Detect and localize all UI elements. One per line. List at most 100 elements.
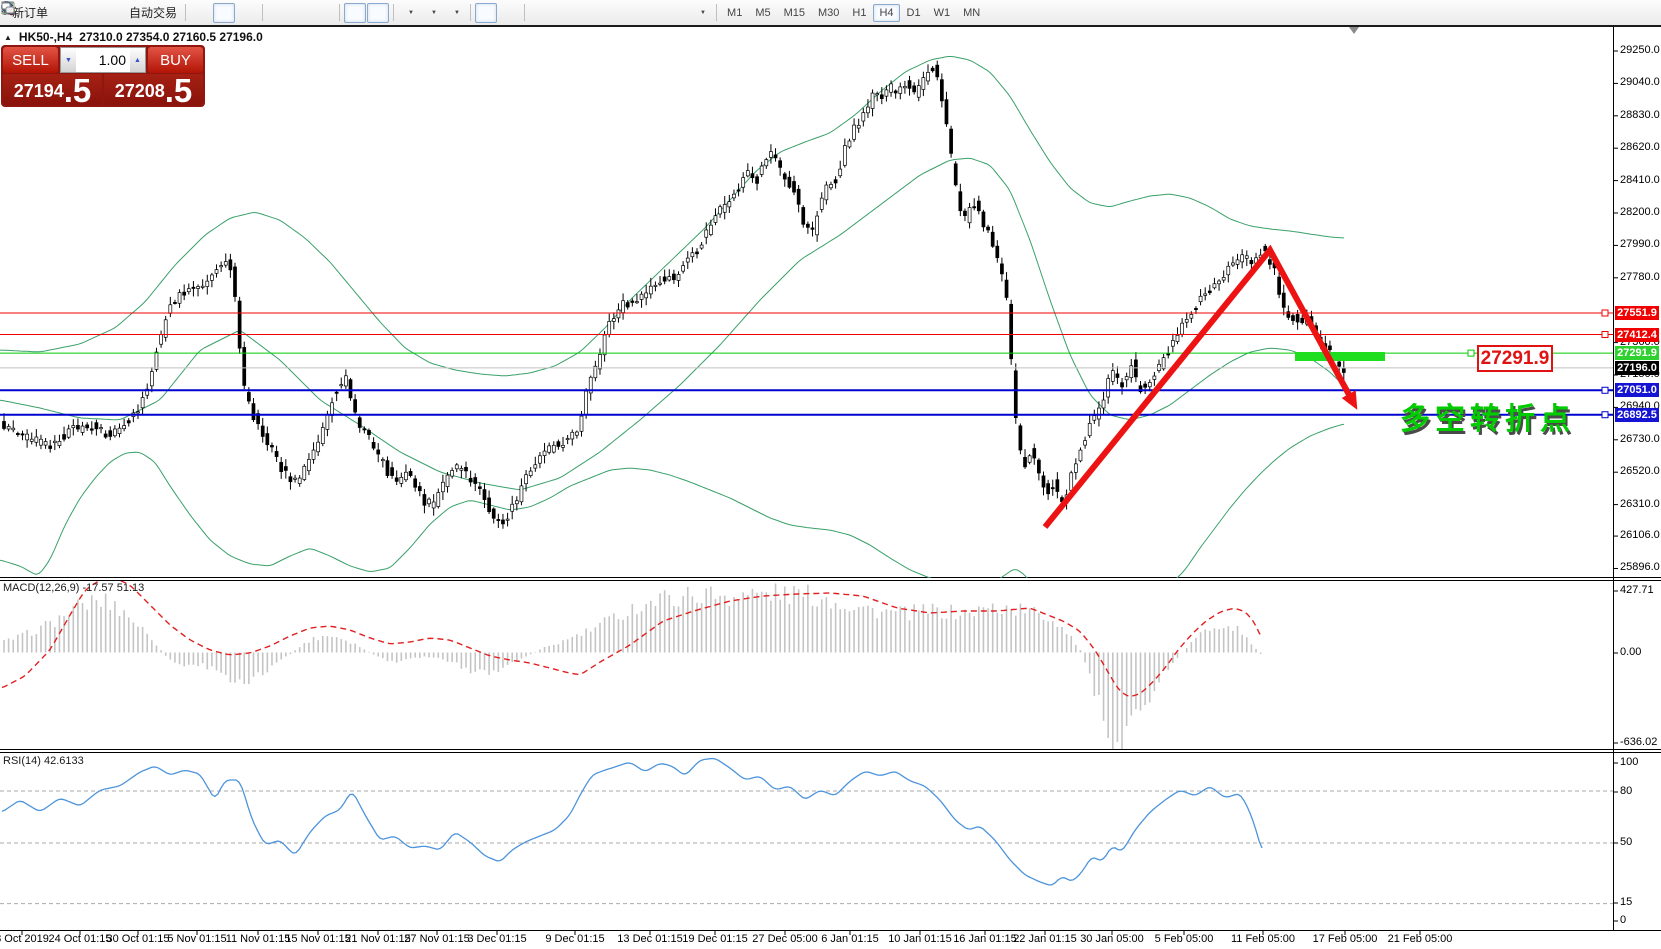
buy-price[interactable]: 27208.5	[104, 74, 203, 105]
toolbar-separator	[524, 4, 525, 21]
price-axis-label: 26310.0	[1620, 498, 1660, 510]
equidistant-channel-icon[interactable]: E	[598, 3, 620, 23]
toolbar-item-label: 自动交易	[129, 4, 177, 21]
chart-title: ▲ HK50-,H4 27310.0 27354.0 27160.5 27196…	[4, 30, 263, 44]
price-axis-label: 29040.0	[1620, 76, 1660, 88]
text-label-icon[interactable]: T	[667, 3, 689, 23]
toolbar-separator	[185, 4, 186, 21]
indicators-icon[interactable]: ▼	[444, 3, 466, 23]
time-axis-label: 17 Feb 05:00	[1313, 933, 1378, 945]
time-axis-label: 16 Jan 01:15	[953, 933, 1017, 945]
rsi-axis-label: 15	[1620, 896, 1632, 908]
line-chart-mode-icon[interactable]	[236, 3, 258, 23]
timeframe-h1[interactable]: H1	[846, 4, 872, 22]
rsi-axis-label: 80	[1620, 785, 1632, 797]
time-axis-label: 10 Jan 01:15	[888, 933, 952, 945]
timeframe-m1[interactable]: M1	[721, 4, 748, 22]
mql-community-icon[interactable]	[76, 3, 98, 23]
arrows-icon[interactable]: ▼	[690, 3, 712, 23]
dropdown-arrow-icon[interactable]: ▼	[700, 10, 706, 16]
price-level-tag: 27051.0	[1615, 383, 1659, 397]
main-toolbar: 新订单 自动交易 ▼ ▼ ▼ EFAT ▼ M1M5M15M30H1H4D1W1MN	[0, 0, 1661, 25]
toolbar-separator	[262, 4, 263, 21]
price-axis-label: 28830.0	[1620, 109, 1660, 121]
price-axis-label: 26520.0	[1620, 465, 1660, 477]
templates-icon[interactable]: ▼	[398, 3, 420, 23]
rsi-axis-label: 100	[1620, 756, 1638, 768]
bar-chart-mode-icon[interactable]	[190, 3, 212, 23]
timeframe-mn[interactable]: MN	[957, 4, 986, 22]
trendline-icon[interactable]	[575, 3, 597, 23]
time-axis-label: 8 Oct 2019	[0, 933, 49, 945]
dropdown-arrow-icon[interactable]: ▼	[454, 10, 460, 16]
volume-stepper: ▼ 1.00 ▲	[60, 47, 146, 73]
time-axis-label: 30 Jan 05:00	[1080, 933, 1144, 945]
cursor-icon[interactable]	[475, 3, 497, 23]
collapse-panel-icon[interactable]: ▲	[4, 33, 12, 42]
toolbar-separator	[393, 4, 394, 21]
time-axis-label: 21 Nov 01:15	[345, 933, 410, 945]
buy-button[interactable]: BUY	[148, 47, 203, 73]
auto-trading-button[interactable]: 自动交易	[122, 3, 181, 23]
tile-windows-icon[interactable]	[313, 3, 335, 23]
zoom-in-icon[interactable]	[267, 3, 289, 23]
rsi-axis-label: 50	[1620, 836, 1632, 848]
timeframe-d1[interactable]: D1	[901, 4, 927, 22]
time-axis-label: 11 Feb 05:00	[1231, 933, 1295, 945]
auto-scroll-icon[interactable]	[344, 3, 366, 23]
chart-title-symbol: HK50-,H4	[19, 30, 72, 44]
timeframe-w1[interactable]: W1	[928, 4, 957, 22]
horizontal-line-icon[interactable]	[552, 3, 574, 23]
macd-axis-label: 0.00	[1620, 646, 1641, 658]
price-level-tag: 27551.9	[1615, 306, 1659, 320]
search-icon[interactable]	[1611, 3, 1633, 23]
price-callout-box: 27291.9	[1477, 345, 1553, 372]
chart-overlays: ▲ HK50-,H4 27310.0 27354.0 27160.5 27196…	[0, 0, 1661, 949]
toolbar-item-label: 新订单	[12, 4, 48, 21]
sell-button[interactable]: SELL	[3, 47, 58, 73]
macd-indicator-label: MACD(12,26,9) -17.57 51.13	[3, 582, 144, 594]
candlestick-mode-icon[interactable]	[213, 3, 235, 23]
price-axis-label: 28200.0	[1620, 206, 1660, 218]
chat-icon[interactable]	[1634, 3, 1656, 23]
price-axis-label: 25896.0	[1620, 561, 1660, 573]
time-axis-label: 21 Feb 05:00	[1388, 933, 1453, 945]
price-level-tag: 27291.9	[1615, 346, 1659, 360]
chart-shift-icon[interactable]	[367, 3, 389, 23]
volume-increase-button[interactable]: ▲	[130, 48, 145, 72]
price-axis-label: 26730.0	[1620, 433, 1660, 445]
macd-axis-label: 427.71	[1620, 584, 1654, 596]
toolbar-separator	[339, 4, 340, 21]
price-axis-label: 27780.0	[1620, 271, 1660, 283]
volume-decrease-button[interactable]: ▼	[61, 48, 76, 72]
toolbar-separator	[716, 4, 717, 21]
volume-value[interactable]: 1.00	[76, 48, 130, 72]
timeframe-m15[interactable]: M15	[778, 4, 811, 22]
rsi-indicator-label: RSI(14) 42.6133	[3, 755, 84, 767]
period-icon[interactable]: ▼	[421, 3, 443, 23]
timeframe-m5[interactable]: M5	[749, 4, 776, 22]
timeframe-h4[interactable]: H4	[873, 4, 899, 22]
price-axis-label: 28410.0	[1620, 174, 1660, 186]
signal-icon[interactable]	[99, 3, 121, 23]
vertical-line-icon[interactable]	[529, 3, 551, 23]
gold-icon[interactable]	[53, 3, 75, 23]
zoom-out-icon[interactable]	[290, 3, 312, 23]
crosshair-icon[interactable]	[498, 3, 520, 23]
turning-point-annotation: 多空转折点	[1400, 394, 1575, 438]
macd-axis-label: -636.02	[1620, 736, 1657, 748]
time-axis-label: 9 Dec 01:15	[545, 933, 604, 945]
timeframe-m30[interactable]: M30	[812, 4, 845, 22]
one-click-trading-panel: SELL ▼ 1.00 ▲ BUY 27194.5 27208.5	[1, 45, 205, 107]
dropdown-arrow-icon[interactable]: ▼	[431, 10, 437, 16]
rsi-axis-label: 0	[1620, 914, 1626, 926]
price-level-tag: 26892.5	[1615, 408, 1659, 422]
time-axis-label: 5 Feb 05:00	[1155, 933, 1214, 945]
fibonacci-icon[interactable]: F	[621, 3, 643, 23]
price-axis-label: 27990.0	[1620, 238, 1660, 250]
time-axis-label: 19 Dec 01:15	[682, 933, 747, 945]
text-icon[interactable]: A	[644, 3, 666, 23]
price-axis-label: 29250.0	[1620, 44, 1660, 56]
sell-price[interactable]: 27194.5	[3, 74, 102, 105]
dropdown-arrow-icon[interactable]: ▼	[408, 10, 414, 16]
